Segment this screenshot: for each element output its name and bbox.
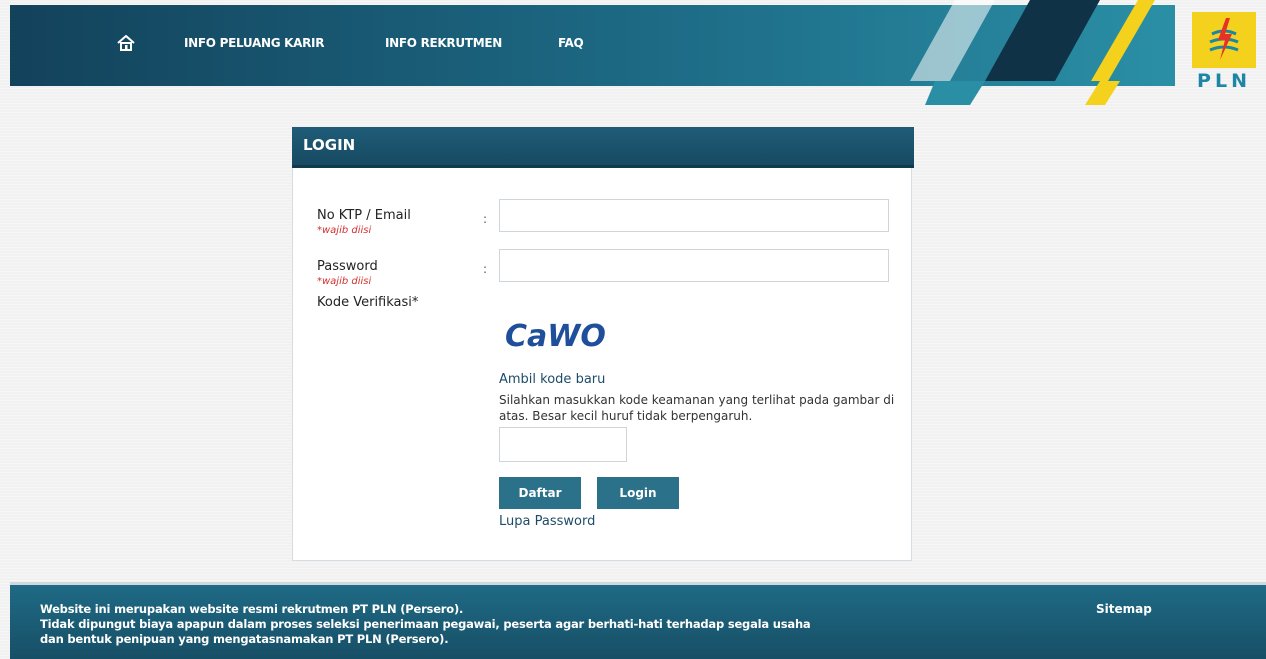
login-panel: LOGIN No KTP / Email *wajib diisi : Pass… — [292, 127, 914, 561]
footer: Website ini merupakan website resmi rekr… — [10, 582, 1266, 659]
login-button[interactable]: Login — [597, 477, 679, 509]
nav-faq[interactable]: FAQ — [558, 36, 584, 50]
captcha-image: CaWO — [505, 319, 606, 354]
ktp-email-required-note: *wajib diisi — [317, 225, 372, 236]
header-decor-stripes — [910, 0, 1155, 105]
captcha-input[interactable] — [499, 427, 627, 462]
nav-info-peluang-karir[interactable]: INFO PELUANG KARIR — [184, 36, 324, 50]
footer-line-1: Website ini merupakan website resmi rekr… — [40, 602, 464, 616]
register-button[interactable]: Daftar — [499, 477, 581, 509]
ktp-email-colon: : — [483, 212, 488, 226]
sitemap-link[interactable]: Sitemap — [1096, 602, 1152, 616]
footer-line-3: dan bentuk penipuan yang mengatasnamakan… — [40, 632, 449, 646]
pln-logo-text: PLN — [1197, 70, 1251, 92]
login-panel-header: LOGIN — [292, 127, 914, 168]
pln-logo: PLN — [1192, 12, 1256, 94]
ktp-email-label: No KTP / Email — [317, 208, 411, 223]
refresh-captcha-link[interactable]: Ambil kode baru — [499, 372, 605, 387]
captcha-help-text: Silahkan masukkan kode keamanan yang ter… — [499, 393, 895, 423]
password-input[interactable] — [499, 249, 889, 282]
password-colon: : — [483, 262, 488, 276]
forgot-password-link[interactable]: Lupa Password — [499, 514, 595, 529]
password-required-note: *wajib diisi — [317, 276, 372, 287]
home-icon[interactable] — [117, 35, 135, 51]
nav-info-rekrutmen[interactable]: INFO REKRUTMEN — [385, 36, 502, 50]
login-title: LOGIN — [303, 136, 356, 154]
footer-line-2: Tidak dipungut biaya apapun dalam proses… — [40, 617, 811, 631]
pln-logo-mark — [1192, 12, 1256, 68]
ktp-email-input[interactable] — [499, 199, 889, 232]
password-label: Password — [317, 259, 378, 274]
captcha-text: CaWO — [505, 319, 606, 354]
verification-label: Kode Verifikasi* — [317, 295, 419, 310]
